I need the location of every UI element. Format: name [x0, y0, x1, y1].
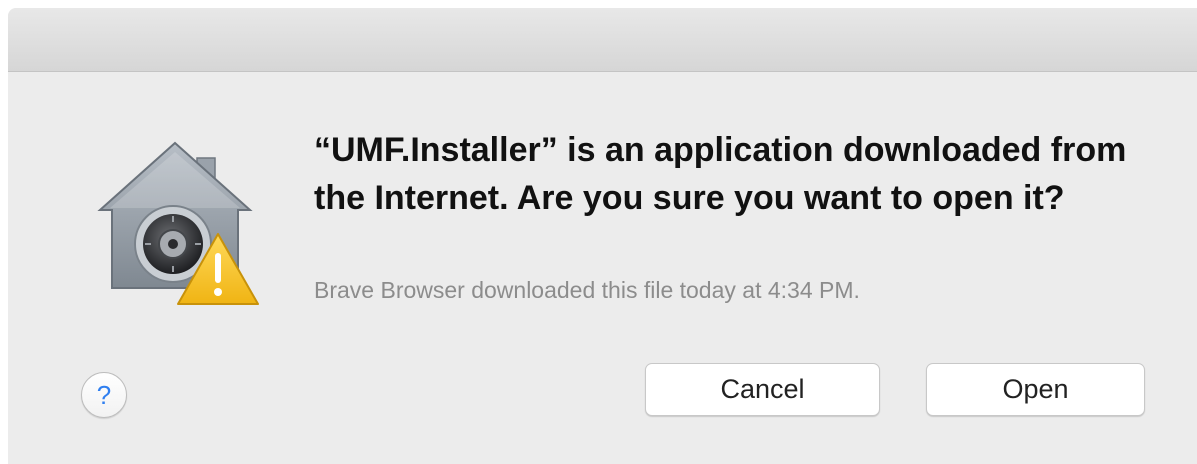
security-dialog: “UMF.Installer” is an application downlo…: [8, 8, 1197, 464]
gatekeeper-warning-icon: [90, 138, 260, 308]
cancel-button-label: Cancel: [720, 374, 805, 404]
open-button-label: Open: [1002, 374, 1069, 404]
dialog-title-bar[interactable]: [8, 8, 1197, 72]
cancel-button[interactable]: Cancel: [645, 363, 880, 416]
help-icon: ?: [96, 379, 112, 410]
help-button[interactable]: ?: [81, 372, 127, 418]
dialog-message: “UMF.Installer” is an application downlo…: [314, 131, 1127, 217]
open-button[interactable]: Open: [926, 363, 1145, 416]
dialog-info-text: Brave Browser downloaded this file today…: [314, 277, 860, 303]
